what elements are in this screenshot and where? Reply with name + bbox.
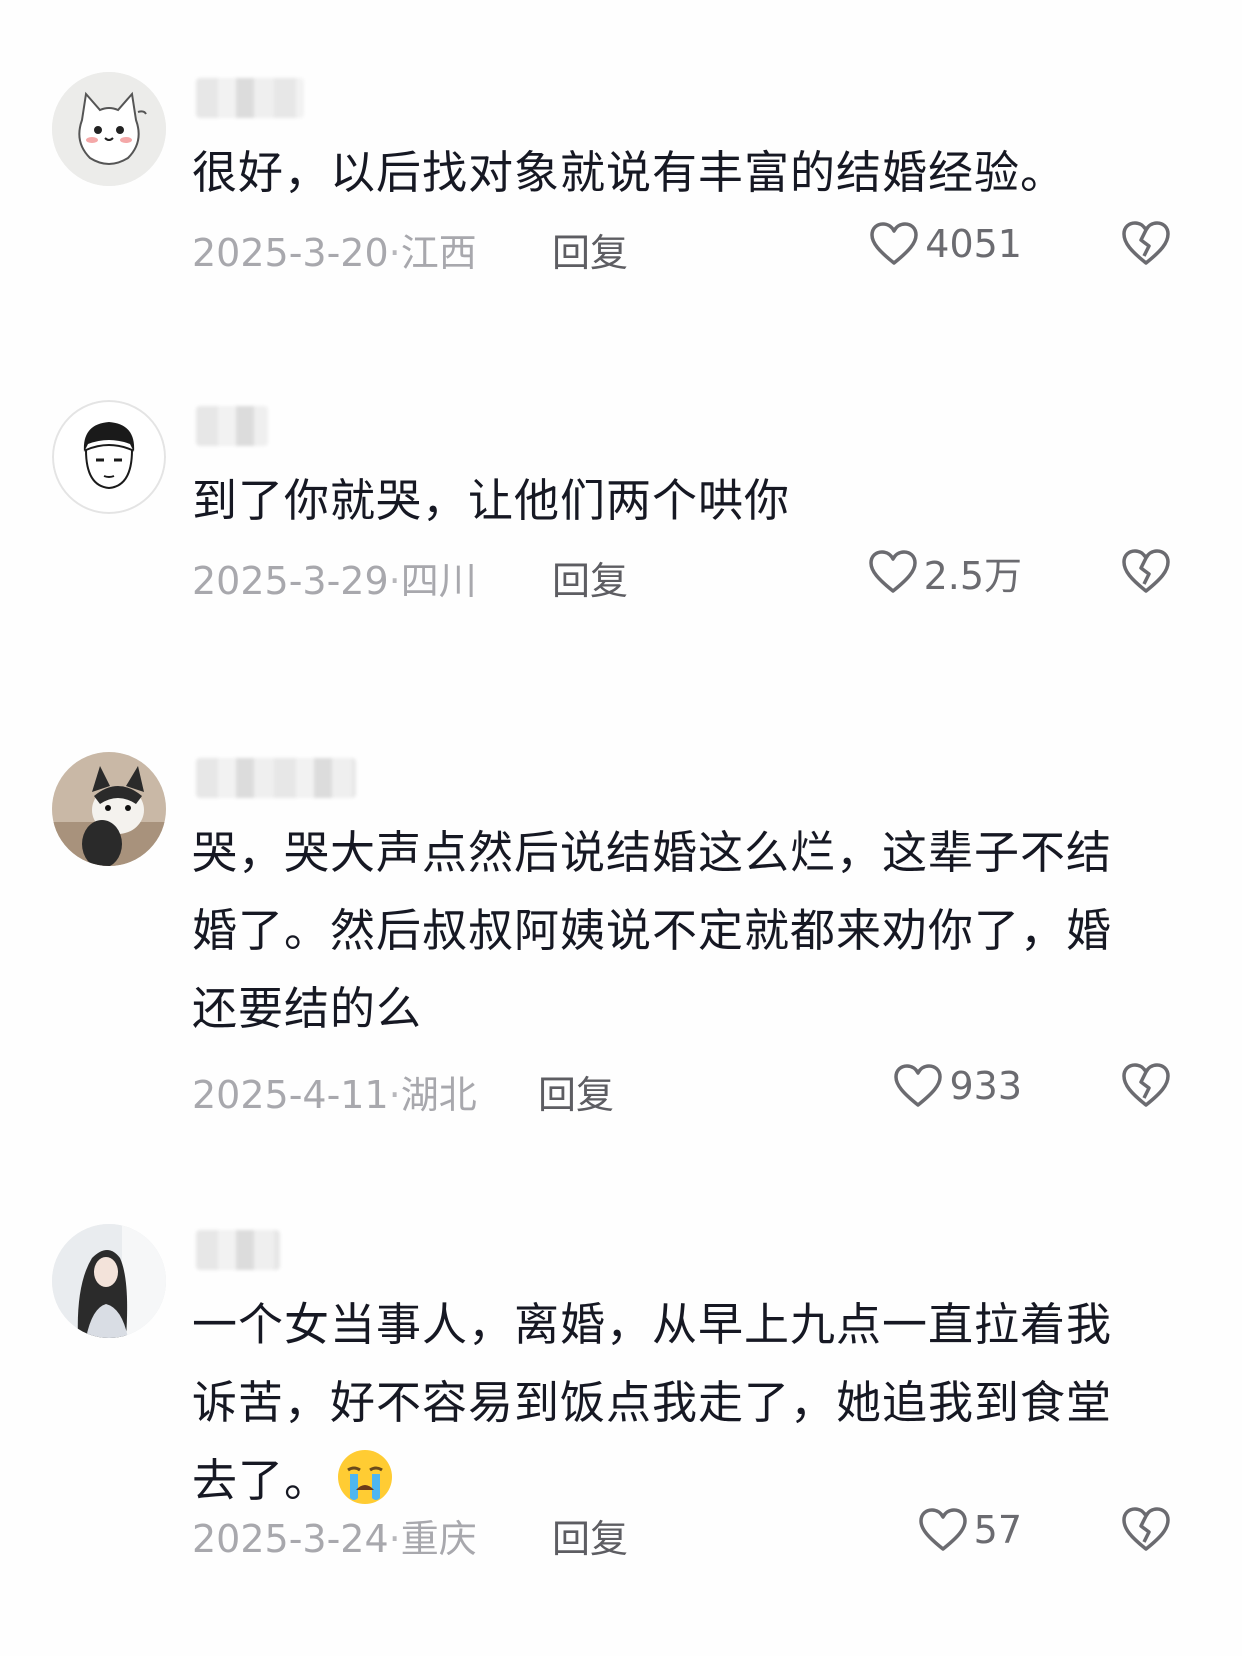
like-button[interactable]: 933 xyxy=(893,1058,1022,1114)
heart-icon xyxy=(894,1064,943,1107)
comment-date: 2025-3-29 xyxy=(192,559,389,603)
comment-date-location: 2025-3-24·重庆 xyxy=(192,1517,477,1561)
like-button[interactable]: 2.5万 xyxy=(868,544,1022,600)
like-count: 4051 xyxy=(925,222,1022,266)
user-avatar[interactable] xyxy=(52,72,166,186)
comment-text-content: 一个女当事人，离婚，从早上九点一直拉着我诉苦，好不容易到饭点我走了，她追我到食堂… xyxy=(192,1298,1113,1507)
crying-face-emoji-icon xyxy=(338,1450,393,1504)
comment-date: 2025-3-20 xyxy=(192,231,389,275)
comment-location: 湖北 xyxy=(400,1073,477,1117)
reply-button[interactable]: 回复 xyxy=(538,1064,614,1119)
comment-text: 很好，以后找对象就说有丰富的结婚经验。 xyxy=(192,146,1067,199)
comment-date-location: 2025-4-11·湖北 xyxy=(192,1073,477,1117)
comment-date: 2025-3-24 xyxy=(192,1517,389,1561)
user-avatar[interactable] xyxy=(52,752,166,866)
cartoon-boy-avatar-icon xyxy=(52,400,166,514)
dislike-button[interactable] xyxy=(1120,546,1172,596)
comment-location: 重庆 xyxy=(400,1517,477,1561)
cartoon-cat-avatar-icon xyxy=(52,72,166,186)
user-avatar[interactable] xyxy=(52,400,166,514)
comment-feed: 很好，以后找对象就说有丰富的结婚经验。 2025-3-20·江西 回复 4051 xyxy=(0,0,1242,1656)
like-button[interactable]: 4051 xyxy=(869,216,1022,272)
comment-location: 江西 xyxy=(400,231,477,275)
username-blurred[interactable] xyxy=(196,406,268,446)
comment-date-location: 2025-3-29·四川 xyxy=(192,559,477,603)
dislike-button[interactable] xyxy=(1120,1504,1172,1554)
comment-text: 到了你就哭，让他们两个哄你 xyxy=(192,474,791,527)
broken-heart-icon xyxy=(1122,1507,1170,1551)
dislike-button[interactable] xyxy=(1120,1060,1172,1110)
broken-heart-icon xyxy=(1122,221,1170,265)
heart-icon xyxy=(870,222,919,265)
like-button[interactable]: 57 xyxy=(918,1502,1022,1558)
comment-text: 哭，哭大声点然后说结婚这么烂，这辈子不结婚了。然后叔叔阿姨说不定就都来劝你了，婚… xyxy=(192,826,1113,1035)
username-blurred[interactable] xyxy=(196,1230,280,1270)
comment-meta: 2025-4-11·湖北 回复 933 xyxy=(192,1058,1202,1117)
like-count: 57 xyxy=(973,1508,1022,1552)
like-count: 933 xyxy=(949,1064,1022,1108)
reply-button[interactable]: 回复 xyxy=(552,222,628,277)
reply-button[interactable]: 回复 xyxy=(552,1508,628,1563)
username-blurred[interactable] xyxy=(196,78,304,118)
comment-meta: 2025-3-20·江西 回复 4051 xyxy=(192,216,1202,275)
cat-photo-avatar-icon xyxy=(52,752,166,866)
username-blurred[interactable] xyxy=(196,758,356,798)
comment-location: 四川 xyxy=(400,559,477,603)
like-count: 2.5万 xyxy=(923,553,1022,598)
heart-icon xyxy=(918,1508,967,1551)
comment-date-location: 2025-3-20·江西 xyxy=(192,231,477,275)
comment-meta: 2025-3-29·四川 回复 2.5万 xyxy=(192,544,1202,603)
reply-button[interactable]: 回复 xyxy=(552,550,628,605)
comment-text: 一个女当事人，离婚，从早上九点一直拉着我诉苦，好不容易到饭点我走了，她追我到食堂… xyxy=(192,1286,1132,1520)
heart-icon xyxy=(868,550,917,593)
broken-heart-icon xyxy=(1122,1063,1170,1107)
user-avatar[interactable] xyxy=(52,1224,166,1338)
comment-meta: 2025-3-24·重庆 回复 57 xyxy=(192,1502,1202,1561)
dislike-button[interactable] xyxy=(1120,218,1172,268)
broken-heart-icon xyxy=(1122,549,1170,593)
girl-photo-avatar-icon xyxy=(52,1224,166,1338)
comment-date: 2025-4-11 xyxy=(192,1073,389,1117)
